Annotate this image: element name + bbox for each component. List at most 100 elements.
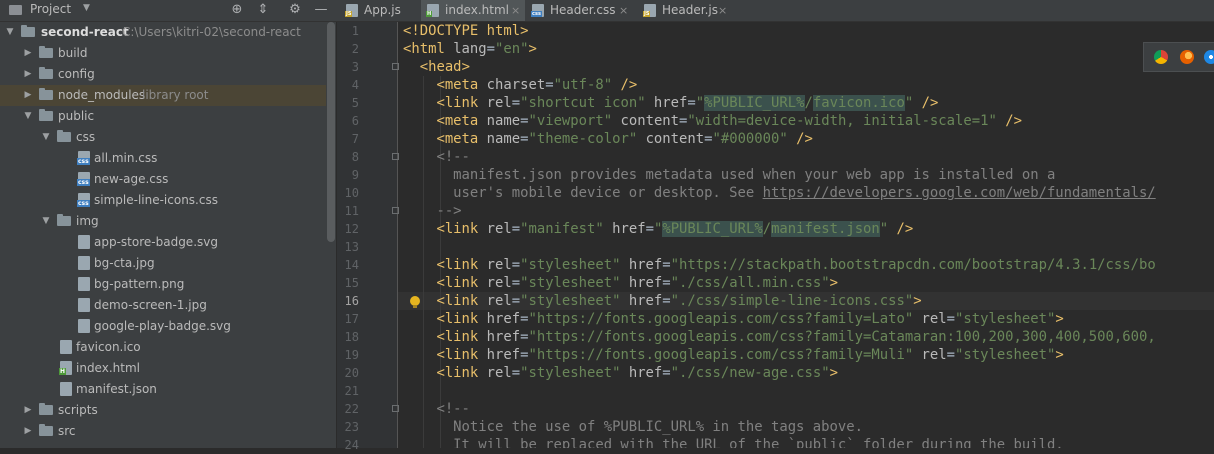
tree-item-label: index.html (76, 361, 140, 375)
chevron-down-icon[interactable]: ▼ (40, 211, 52, 232)
code-line[interactable]: <link rel="stylesheet" href="./css/simpl… (403, 292, 921, 310)
tree-item-index-html[interactable]: H index.html (0, 358, 326, 379)
line-number: 1 (351, 24, 359, 38)
code-line[interactable]: <meta charset="utf-8" /> (403, 76, 637, 94)
line-number: 11 (344, 204, 359, 218)
chevron-right-icon[interactable]: ▶ (22, 400, 34, 421)
chevron-down-icon[interactable]: ▼ (83, 3, 90, 13)
minimize-icon[interactable]: — (313, 2, 329, 18)
code-line[interactable]: <meta name="viewport" content="width=dev… (403, 112, 1022, 130)
tree-item-label: favicon.ico (76, 340, 141, 354)
tree-item-css[interactable]: ▼ css (0, 127, 326, 148)
tree-item-label: demo-screen-1.jpg (94, 298, 207, 312)
tab-app-js[interactable]: JS App.js (340, 0, 420, 21)
tree-item-config[interactable]: ▶ config (0, 64, 326, 85)
tree-item-label: css (76, 130, 96, 144)
chevron-down-icon[interactable]: ▼ (4, 22, 16, 43)
tab-header-js[interactable]: JS Header.js × (638, 0, 734, 21)
code-line[interactable]: <!DOCTYPE html> (403, 22, 528, 40)
sidebar-scrollbar[interactable] (327, 22, 335, 242)
tree-item-scripts[interactable]: ▶ scripts (0, 400, 326, 421)
tab-index-html[interactable]: H index.html × (421, 0, 525, 21)
tree-item-node-modules[interactable]: ▶ node_modules library root (0, 85, 326, 106)
folder-icon (39, 403, 53, 415)
chevron-right-icon[interactable]: ▶ (22, 43, 34, 64)
js-file-icon: JS (345, 4, 358, 17)
tree-item-simple-line-icons-css[interactable]: css simple-line-icons.css (0, 190, 326, 211)
line-number: 20 (344, 366, 359, 380)
tree-item-all-min-css[interactable]: css all.min.css (0, 148, 326, 169)
code-line[interactable]: <!-- (403, 400, 469, 418)
tab-header-css[interactable]: css Header.css × (526, 0, 638, 21)
project-sidebar: Project ▼ ⊕ ⇕ ⚙ — ▼ second-react C:\User… (0, 0, 336, 448)
chevron-down-icon[interactable]: ▼ (40, 127, 52, 148)
image-file-icon (78, 277, 90, 291)
code-line[interactable]: <link rel="stylesheet" href="./css/all.m… (403, 274, 838, 292)
image-file-icon (78, 298, 90, 312)
tree-item-label: build (58, 46, 88, 60)
code-line[interactable]: <link href="https://fonts.googleapis.com… (403, 346, 1063, 364)
tree-item-demo-screen-1[interactable]: demo-screen-1.jpg (0, 295, 326, 316)
css-file-icon: css (531, 4, 544, 17)
tree-item-bg-pattern[interactable]: bg-pattern.png (0, 274, 326, 295)
tree-item-second-react[interactable]: ▼ second-react C:\Users\kitri-02\second-… (0, 22, 326, 43)
code-line[interactable]: <link href="https://fonts.googleapis.com… (403, 328, 1155, 346)
tree-item-app-store-badge[interactable]: app-store-badge.svg (0, 232, 326, 253)
close-icon[interactable]: × (619, 0, 628, 21)
code-line[interactable]: <html lang="en"> (403, 40, 537, 58)
safari-icon[interactable] (1204, 50, 1214, 64)
line-number: 3 (351, 60, 359, 74)
code-line[interactable]: <meta name="theme-color" content="#00000… (403, 130, 812, 148)
chevron-right-icon[interactable]: ▶ (22, 85, 34, 106)
collapse-icon[interactable]: ⇕ (255, 2, 271, 18)
css-file-icon: css (77, 172, 90, 186)
tree-item-src[interactable]: ▶ src (0, 421, 326, 442)
tree-item-favicon[interactable]: favicon.ico (0, 337, 326, 358)
code-line[interactable]: user's mobile device or desktop. See htt… (403, 184, 1156, 202)
tree-item-label: app-store-badge.svg (94, 235, 218, 249)
line-number: 2 (351, 42, 359, 56)
line-number: 6 (351, 114, 359, 128)
folder-icon (39, 46, 53, 58)
html-file-icon: H (59, 361, 72, 375)
tree-item-new-age-css[interactable]: css new-age.css (0, 169, 326, 190)
firefox-icon[interactable] (1180, 50, 1194, 64)
code-line[interactable]: <link rel="shortcut icon" href="%PUBLIC_… (403, 94, 938, 112)
code-line[interactable]: <link rel="stylesheet" href="https://sta… (403, 256, 1155, 274)
tree-item-public[interactable]: ▼ public (0, 106, 326, 127)
line-number: 4 (351, 78, 359, 92)
tree-item-build[interactable]: ▶ build (0, 43, 326, 64)
project-icon (9, 5, 22, 15)
tree-item-img[interactable]: ▼ img (0, 211, 326, 232)
code-line[interactable]: It will be replaced with the URL of the … (403, 436, 1064, 448)
tab-label: index.html (445, 3, 509, 17)
code-line[interactable]: Notice the use of %PUBLIC_URL% in the ta… (403, 418, 863, 436)
tree-item-label: bg-pattern.png (94, 277, 185, 291)
chevron-right-icon[interactable]: ▶ (22, 421, 34, 442)
code-line[interactable]: <head> (403, 58, 470, 76)
tree-item-bg-cta[interactable]: bg-cta.jpg (0, 253, 326, 274)
tree-item-manifest-json[interactable]: manifest.json (0, 379, 326, 400)
code-line[interactable]: manifest.json provides metadata used whe… (403, 166, 1055, 184)
gear-icon[interactable]: ⚙ (287, 2, 303, 18)
tree-item-label: config (58, 67, 95, 81)
code-line[interactable]: <link rel="stylesheet" href="./css/new-a… (403, 364, 838, 382)
chevron-down-icon[interactable]: ▼ (22, 106, 34, 127)
tree-item-google-play-badge[interactable]: google-play-badge.svg (0, 316, 326, 337)
close-icon[interactable]: × (718, 0, 727, 21)
target-icon[interactable]: ⊕ (229, 2, 245, 18)
css-file-icon: css (77, 193, 90, 207)
tree-item-label: node_modules (58, 88, 146, 102)
code-line[interactable]: --> (403, 202, 461, 220)
chevron-right-icon[interactable]: ▶ (22, 64, 34, 85)
code-editor[interactable]: <!DOCTYPE html> <html lang="en"> <head> <… (398, 22, 1214, 448)
chrome-icon[interactable] (1154, 50, 1168, 64)
editor-gutter: 1 2 3 4 5 6 7 8 9 10 11 12 13 14 15 16 1… (337, 22, 399, 452)
close-icon[interactable]: × (511, 0, 520, 21)
code-line[interactable]: <!-- (403, 148, 469, 166)
code-line[interactable]: <link href="https://fonts.googleapis.com… (403, 310, 1063, 328)
project-panel-header: Project ▼ ⊕ ⇕ ⚙ — (0, 0, 336, 22)
project-dropdown[interactable]: Project (30, 2, 71, 16)
tree-item-label: second-react (41, 25, 129, 39)
code-line[interactable]: <link rel="manifest" href="%PUBLIC_URL%/… (403, 220, 913, 238)
